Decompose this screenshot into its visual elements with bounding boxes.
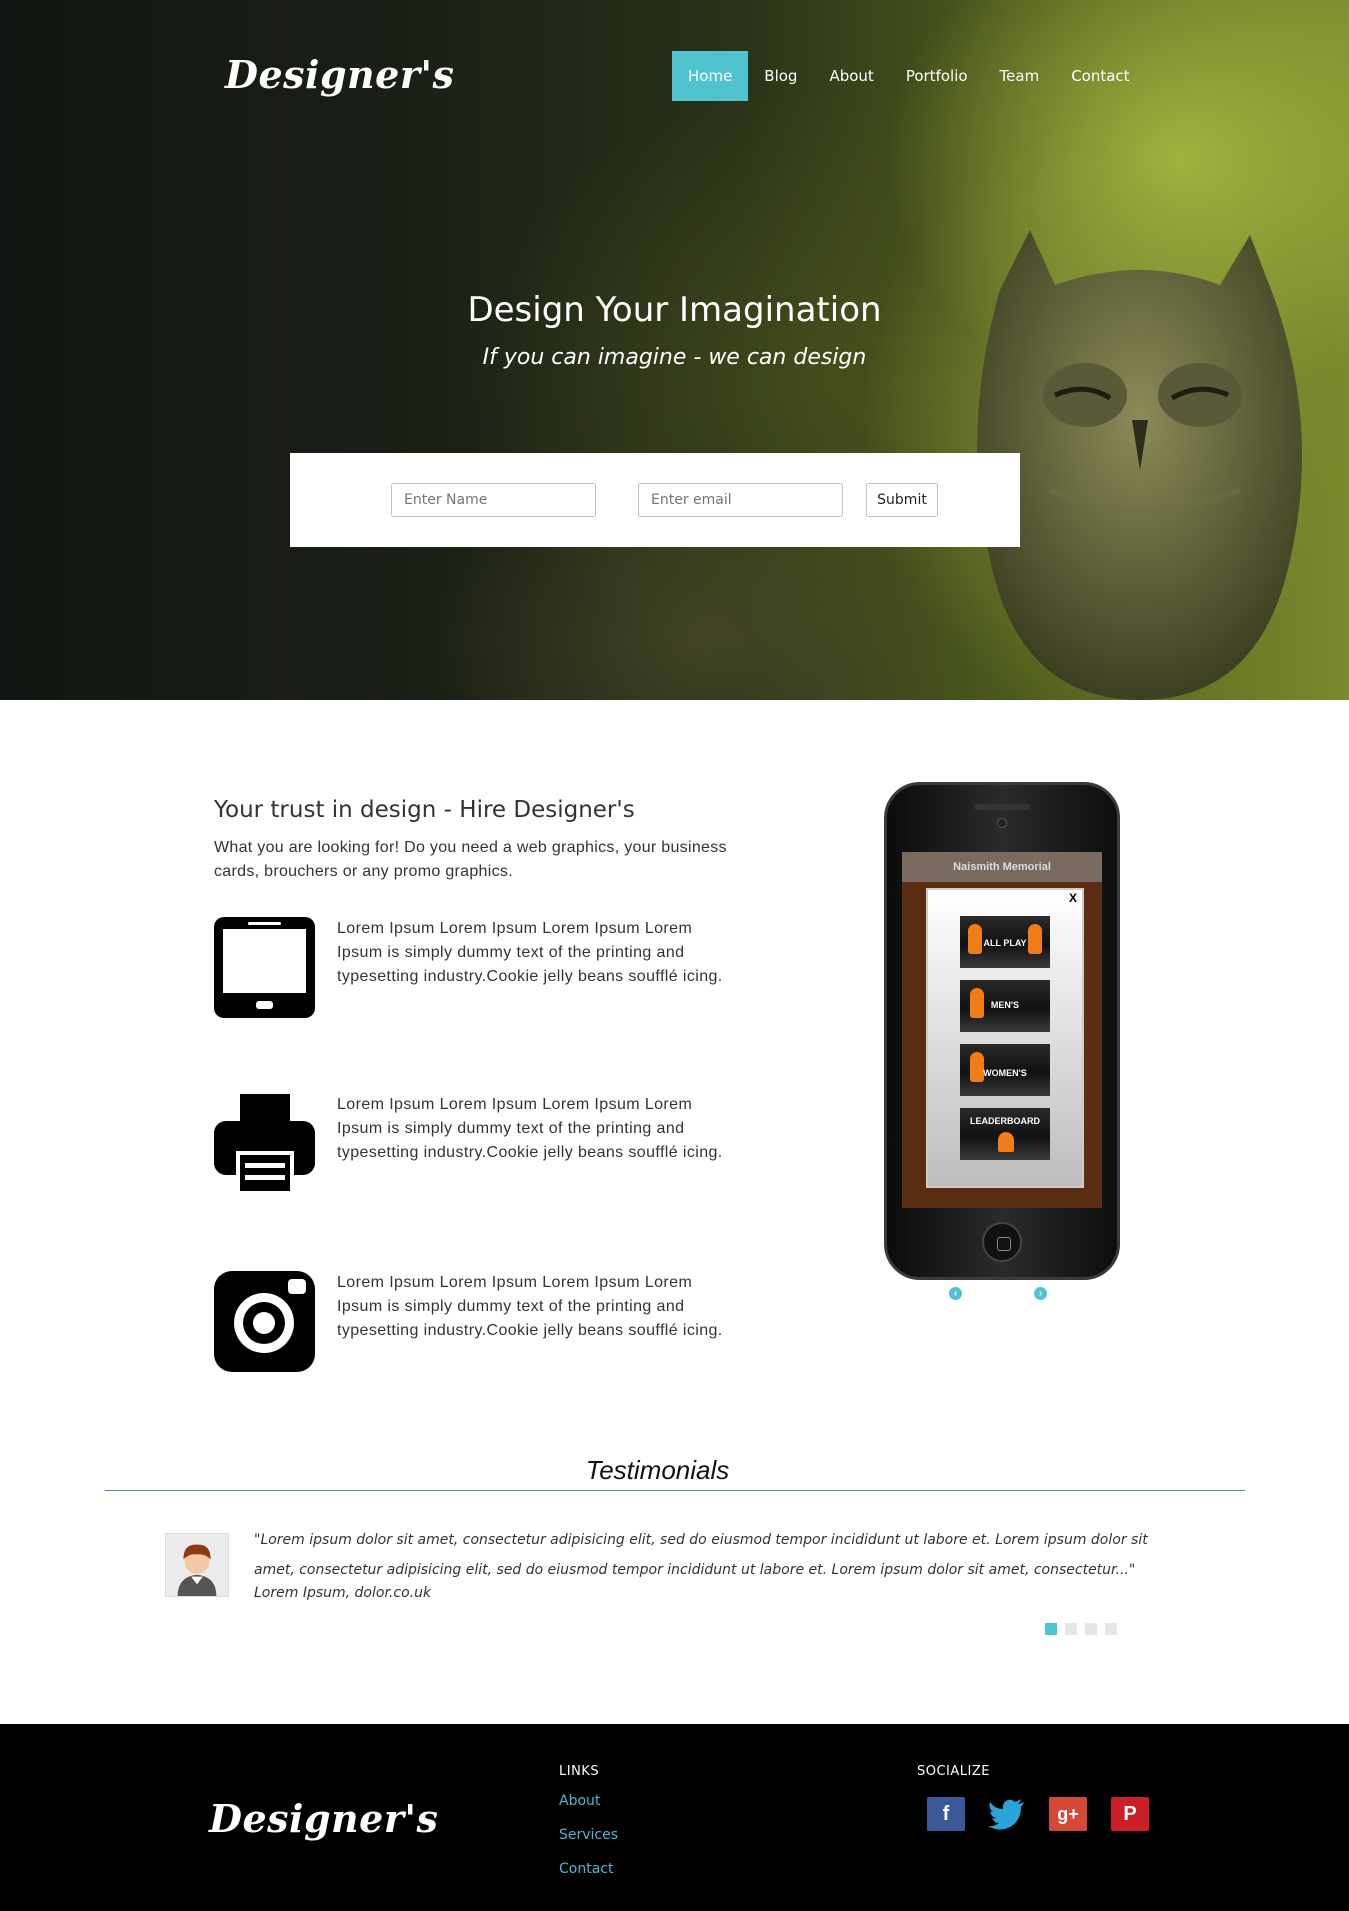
twitter-icon[interactable] [988, 1797, 1026, 1831]
footer-links: About Services Contact [559, 1791, 618, 1893]
phone-menu-popup: X ALL PLAY MEN'S WOMEN'S LEADERBOARD [926, 888, 1084, 1188]
camera-icon [214, 1271, 315, 1372]
footer: Designer's LINKS About Services Contact … [0, 1724, 1349, 1911]
brand-logo[interactable]: Designer's [225, 52, 454, 97]
phone-mockup: Naismith Memorial X ALL PLAY MEN'S WOMEN… [884, 782, 1120, 1280]
signup-form: Submit [290, 453, 1020, 547]
phone-speaker [974, 804, 1030, 810]
carousel-dot[interactable] [1085, 1623, 1097, 1635]
menu-womens[interactable]: WOMEN'S [960, 1044, 1050, 1096]
feature-item: Lorem Ipsum Lorem Ipsum Lorem Ipsum Lore… [214, 1093, 734, 1203]
phone-screen-title: Naismith Memorial [902, 852, 1102, 882]
footer-link-about[interactable]: About [559, 1791, 618, 1825]
twitter-bird [988, 1799, 1024, 1830]
nav-item-about[interactable]: About [813, 51, 889, 101]
carousel-dot[interactable] [1065, 1623, 1077, 1635]
testimonial-quote: "Lorem ipsum dolor sit amet, consectetur… [254, 1532, 1148, 1578]
nav-item-team[interactable]: Team [984, 51, 1056, 101]
phone-screen: Naismith Memorial X ALL PLAY MEN'S WOMEN… [902, 852, 1102, 1208]
feature-item: Lorem Ipsum Lorem Ipsum Lorem Ipsum Lore… [214, 917, 734, 1027]
carousel-dot[interactable] [1045, 1623, 1057, 1635]
google-plus-icon[interactable]: g+ [1049, 1797, 1087, 1831]
nav-item-blog[interactable]: Blog [748, 51, 813, 101]
menu-all-play[interactable]: ALL PLAY [960, 916, 1050, 968]
nav-item-home[interactable]: Home [672, 51, 749, 101]
chevron-left-icon[interactable]: ‹ [949, 1287, 962, 1300]
pinterest-icon[interactable]: P [1111, 1797, 1149, 1831]
name-input[interactable] [391, 483, 596, 517]
submit-button[interactable]: Submit [866, 483, 938, 517]
features-title: Your trust in design - Hire Designer's [214, 797, 635, 823]
phone-home-button [982, 1222, 1022, 1262]
footer-social-heading: SOCIALIZE [917, 1764, 990, 1779]
phone-camera [997, 818, 1007, 828]
footer-logo[interactable]: Designer's [209, 1796, 438, 1841]
feature-text: Lorem Ipsum Lorem Ipsum Lorem Ipsum Lore… [337, 920, 723, 985]
hero-section: Designer's Home Blog About Portfolio Tea… [0, 0, 1349, 700]
footer-link-services[interactable]: Services [559, 1825, 618, 1859]
feature-text: Lorem Ipsum Lorem Ipsum Lorem Ipsum Lore… [337, 1096, 723, 1161]
carousel-pagination [1045, 1623, 1117, 1635]
nav-item-portfolio[interactable]: Portfolio [890, 51, 984, 101]
menu-leaderboard[interactable]: LEADERBOARD [960, 1108, 1050, 1160]
feature-item: Lorem Ipsum Lorem Ipsum Lorem Ipsum Lore… [214, 1271, 734, 1381]
footer-links-heading: LINKS [559, 1764, 600, 1779]
footer-link-contact[interactable]: Contact [559, 1859, 618, 1893]
menu-mens[interactable]: MEN'S [960, 980, 1050, 1032]
email-input[interactable] [638, 483, 843, 517]
testimonials-title: Testimonials [585, 1455, 730, 1485]
feature-text: Lorem Ipsum Lorem Ipsum Lorem Ipsum Lore… [337, 1274, 723, 1339]
chevron-right-icon[interactable]: › [1034, 1287, 1047, 1300]
trophy-icon [998, 1132, 1014, 1152]
nav-item-contact[interactable]: Contact [1055, 51, 1145, 101]
testimonial-author: Lorem Ipsum, dolor.co.uk [254, 1585, 432, 1601]
avatar [165, 1533, 229, 1597]
carousel-dot[interactable] [1105, 1623, 1117, 1635]
main-nav: Home Blog About Portfolio Team Contact [672, 51, 1146, 101]
close-icon[interactable]: X [1069, 891, 1077, 905]
printer-icon [214, 1094, 315, 1195]
hero-subtitle: If you can imagine - we can design [482, 345, 867, 370]
facebook-icon[interactable]: f [927, 1797, 965, 1831]
features-intro: What you are looking for! Do you need a … [214, 839, 727, 880]
tablet-icon [214, 917, 315, 1018]
hero-title: Design Your Imagination [467, 290, 882, 330]
divider [105, 1490, 1245, 1491]
